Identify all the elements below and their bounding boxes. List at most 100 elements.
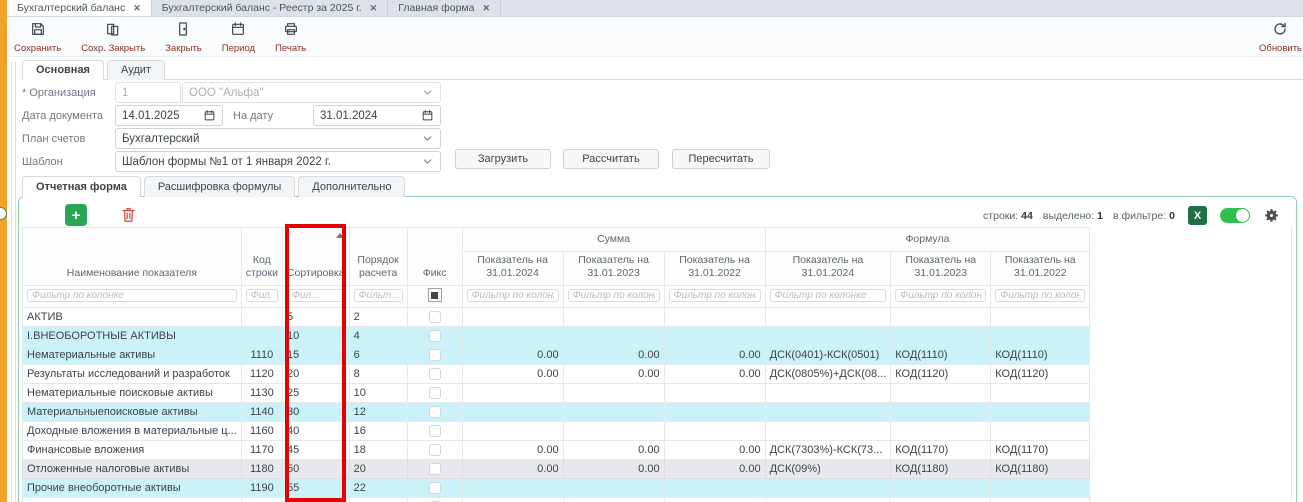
cell-sort[interactable]: 60 [282,498,349,502]
cell-formula-2023[interactable]: КОД(1170) [891,441,991,460]
collapsed-sidebar-bar[interactable] [0,0,7,502]
cell-code[interactable]: 1170 [241,441,282,460]
add-row-button[interactable]: + [65,204,87,226]
cell-name[interactable]: I.ВНЕОБОРОТНЫЕ АКТИВЫ [23,327,242,346]
cell-formula-2022[interactable] [991,327,1090,346]
cell-code[interactable]: 1160 [241,422,282,441]
cell-formula-2022[interactable]: КОД(1170) [991,441,1090,460]
table-row[interactable]: Нематериальные активы11101560.000.000.00… [23,346,1090,365]
cell-sum-2022[interactable] [664,422,765,441]
on-date-input[interactable] [320,110,421,122]
action-button[interactable]: Рассчитать [563,149,659,169]
cell-formula-2023[interactable]: КОД(1180) [891,460,991,479]
cell-sum-2022[interactable] [664,479,765,498]
report-tab[interactable]: Дополнительно [298,176,405,197]
cell-code[interactable]: 1100 [241,498,282,502]
table-scrollbar[interactable] [1291,227,1292,501]
row-fix-checkbox[interactable] [429,425,441,437]
cell-code[interactable] [241,327,282,346]
cell-sum-2023[interactable]: 0.00 [563,441,664,460]
cell-fix[interactable] [407,327,462,346]
cell-sum-2024[interactable] [462,422,563,441]
sort-asc-icon[interactable] [336,233,344,238]
cell-sort[interactable]: 55 [282,479,349,498]
refresh-button[interactable]: Обновить [1259,21,1302,54]
cell-sort[interactable]: 15 [282,346,349,365]
cell-formula-2022[interactable] [991,308,1090,327]
table-row[interactable]: Отложенные налоговые активы118050200.000… [23,460,1090,479]
cell-formula-2023[interactable]: КОД(1110) [891,346,991,365]
cell-sum-2023[interactable]: 0.00 [563,346,664,365]
org-name-select[interactable]: ООО "Альфа" [182,82,441,103]
row-fix-checkbox[interactable] [429,387,441,399]
doc-date-field[interactable] [115,105,223,126]
cell-formula-2023[interactable] [891,479,991,498]
filter-input[interactable] [895,289,986,302]
row-fix-checkbox[interactable] [429,463,441,475]
save-button[interactable]: Сохранить [14,21,61,54]
cell-name[interactable]: Доходные вложения в материальные ц... [23,422,242,441]
row-fix-checkbox[interactable] [429,311,441,323]
cell-formula-2022[interactable]: КОД(1100) [991,498,1090,502]
cell-sort[interactable]: 10 [282,327,349,346]
form-tab[interactable]: Основная [22,60,104,80]
cell-sum-2024[interactable] [462,308,563,327]
table-row[interactable]: ИТОГО по разделу I110060300.000.000.00СУ… [23,498,1090,502]
delete-row-button[interactable] [119,204,139,226]
table-row[interactable]: АКТИВ52 [23,308,1090,327]
cell-sum-2023[interactable]: 0.00 [563,365,664,384]
cell-sum-2022[interactable]: 0.00 [664,346,765,365]
filter-input[interactable] [246,289,278,302]
cell-name[interactable]: Прочие внеоборотные активы [23,479,242,498]
cell-sum-2022[interactable] [664,327,765,346]
cell-fix[interactable] [407,479,462,498]
cell-order[interactable]: 18 [349,441,407,460]
cell-fix[interactable] [407,308,462,327]
filter-input[interactable] [770,289,887,302]
table-row[interactable]: Нематериальные поисковые активы11302510 [23,384,1090,403]
cell-name[interactable]: Отложенные налоговые активы [23,460,242,479]
cell-code[interactable]: 1140 [241,403,282,422]
tab-close-icon[interactable]: ✕ [482,3,490,14]
cell-code[interactable] [241,308,282,327]
cell-formula-2023[interactable]: КОД(1120) [891,365,991,384]
calendar-icon[interactable] [421,109,434,122]
cell-formula-2022[interactable] [991,422,1090,441]
cell-name[interactable]: Нематериальные поисковые активы [23,384,242,403]
cell-formula-2023[interactable] [891,308,991,327]
row-fix-checkbox[interactable] [429,368,441,380]
cell-sum-2023[interactable] [563,384,664,403]
table-row[interactable]: I.ВНЕОБОРОТНЫЕ АКТИВЫ104 [23,327,1090,346]
cell-order[interactable]: 20 [349,460,407,479]
cell-formula-2024[interactable] [765,403,891,422]
filter-input[interactable] [354,289,403,302]
table-row[interactable]: Доходные вложения в материальные ц...116… [23,422,1090,441]
action-button[interactable]: Загрузить [455,149,551,169]
cell-sum-2024[interactable]: 0.00 [462,441,563,460]
period-calendar-button[interactable]: Период [222,21,255,54]
cell-name[interactable]: Материальныепоисковые активы [23,403,242,422]
cell-formula-2023[interactable] [891,422,991,441]
cell-code[interactable]: 1110 [241,346,282,365]
cell-formula-2024[interactable] [765,308,891,327]
cell-sum-2024[interactable]: 0.00 [462,365,563,384]
cell-sum-2022[interactable] [664,403,765,422]
settings-button[interactable] [1263,207,1280,224]
close-door-button[interactable]: Закрыть [165,21,202,54]
window-tab[interactable]: Главная форма✕ [388,0,501,16]
cell-sort[interactable]: 30 [282,403,349,422]
row-fix-checkbox[interactable] [429,482,441,494]
cell-formula-2023[interactable] [891,384,991,403]
cell-formula-2024[interactable]: ДСК(09%) [765,460,891,479]
cell-fix[interactable] [407,422,462,441]
cell-code[interactable]: 1180 [241,460,282,479]
cell-fix[interactable] [407,384,462,403]
cell-sum-2024[interactable]: 0.00 [462,346,563,365]
template-select[interactable]: Шаблон формы №1 от 1 января 2022 г. [115,151,441,172]
fix-indeterminate-checkbox[interactable] [428,288,442,302]
cell-sort[interactable]: 5 [282,308,349,327]
report-tab[interactable]: Расшифровка формулы [144,176,295,197]
cell-sum-2024[interactable] [462,403,563,422]
window-tab[interactable]: Бухгалтерский баланс✕ [7,0,152,16]
cell-formula-2022[interactable] [991,403,1090,422]
